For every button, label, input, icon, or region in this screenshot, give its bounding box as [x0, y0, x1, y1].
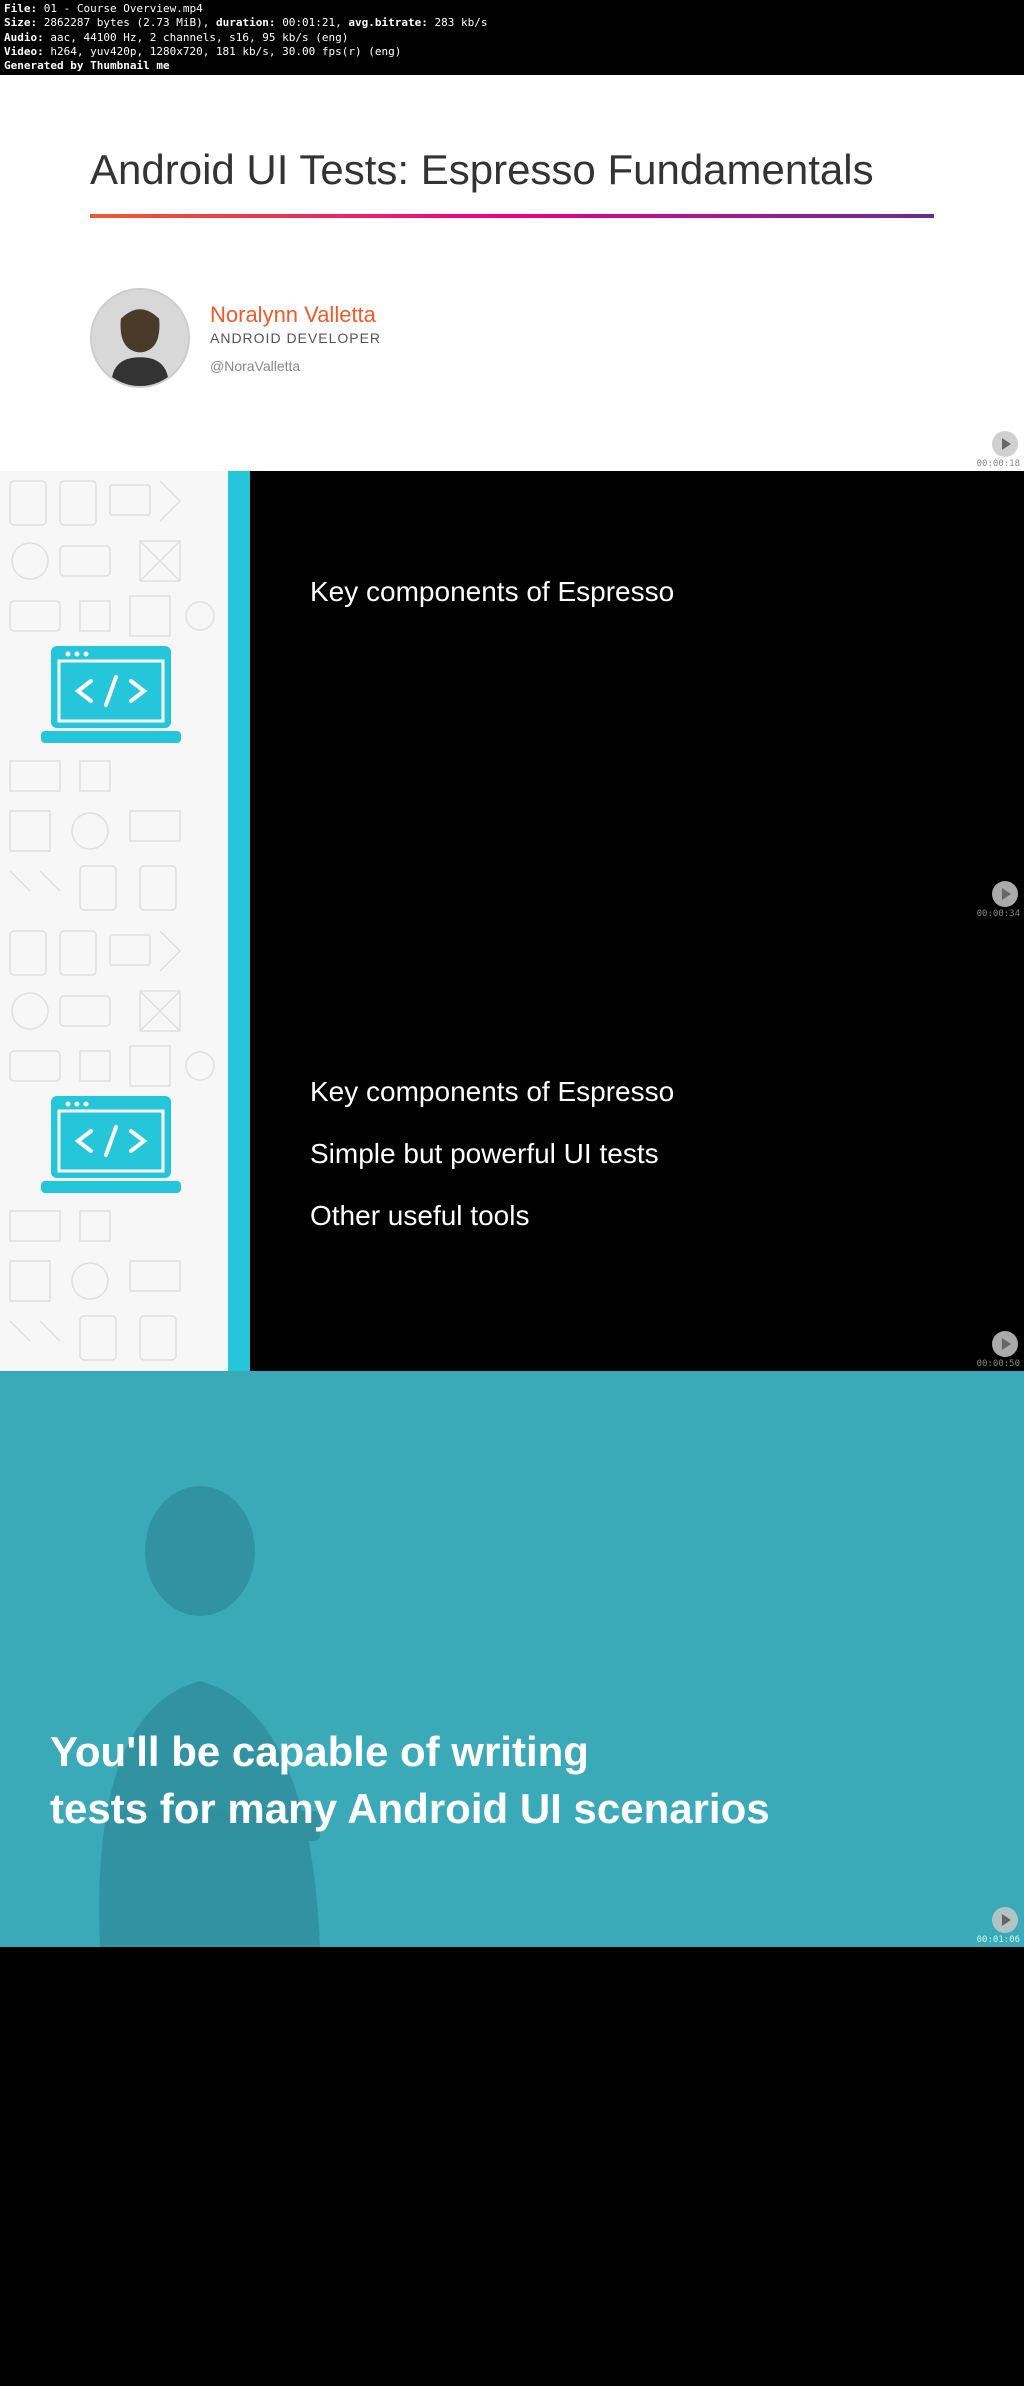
author-avatar	[90, 288, 190, 388]
gradient-divider	[90, 214, 934, 218]
file-metadata: File: 01 - Course Overview.mp4 Size: 286…	[0, 0, 1024, 75]
play-icon	[992, 431, 1018, 457]
course-title: Android UI Tests: Espresso Fundamentals	[90, 145, 934, 195]
slide-caption: You'll be capable of writing tests for m…	[50, 1724, 770, 1837]
accent-band	[228, 471, 250, 921]
bullet-item: Simple but powerful UI tests	[310, 1138, 984, 1170]
thumbnail-3: Key components of Espresso Simple but po…	[0, 921, 1024, 1371]
timecode: 00:01:06	[977, 1935, 1020, 1945]
laptop-code-icon	[36, 1091, 186, 1206]
timecode: 00:00:50	[977, 1359, 1020, 1369]
timecode: 00:00:34	[977, 909, 1020, 919]
thumbnail-2: Key components of Espresso 00:00:34	[0, 471, 1024, 921]
bullet-item: Other useful tools	[310, 1200, 984, 1232]
bullet-list: Key components of Espresso	[250, 471, 1024, 921]
presenter-silhouette	[0, 1371, 1024, 1947]
accent-band	[228, 921, 250, 1371]
thumbnail-1: Android UI Tests: Espresso Fundamentals …	[0, 75, 1024, 471]
author-row: Noralynn Valletta ANDROID DEVELOPER @Nor…	[90, 288, 934, 388]
author-handle: @NoraValletta	[210, 358, 381, 374]
bullet-list: Key components of Espresso Simple but po…	[250, 921, 1024, 1371]
timecode: 00:00:18	[977, 459, 1020, 469]
author-role: ANDROID DEVELOPER	[210, 330, 381, 346]
bullet-item: Key components of Espresso	[310, 576, 984, 608]
author-name: Noralynn Valletta	[210, 302, 381, 328]
thumbnail-4: You'll be capable of writing tests for m…	[0, 1371, 1024, 1947]
bullet-item: Key components of Espresso	[310, 1076, 984, 1108]
laptop-code-icon	[36, 641, 186, 756]
